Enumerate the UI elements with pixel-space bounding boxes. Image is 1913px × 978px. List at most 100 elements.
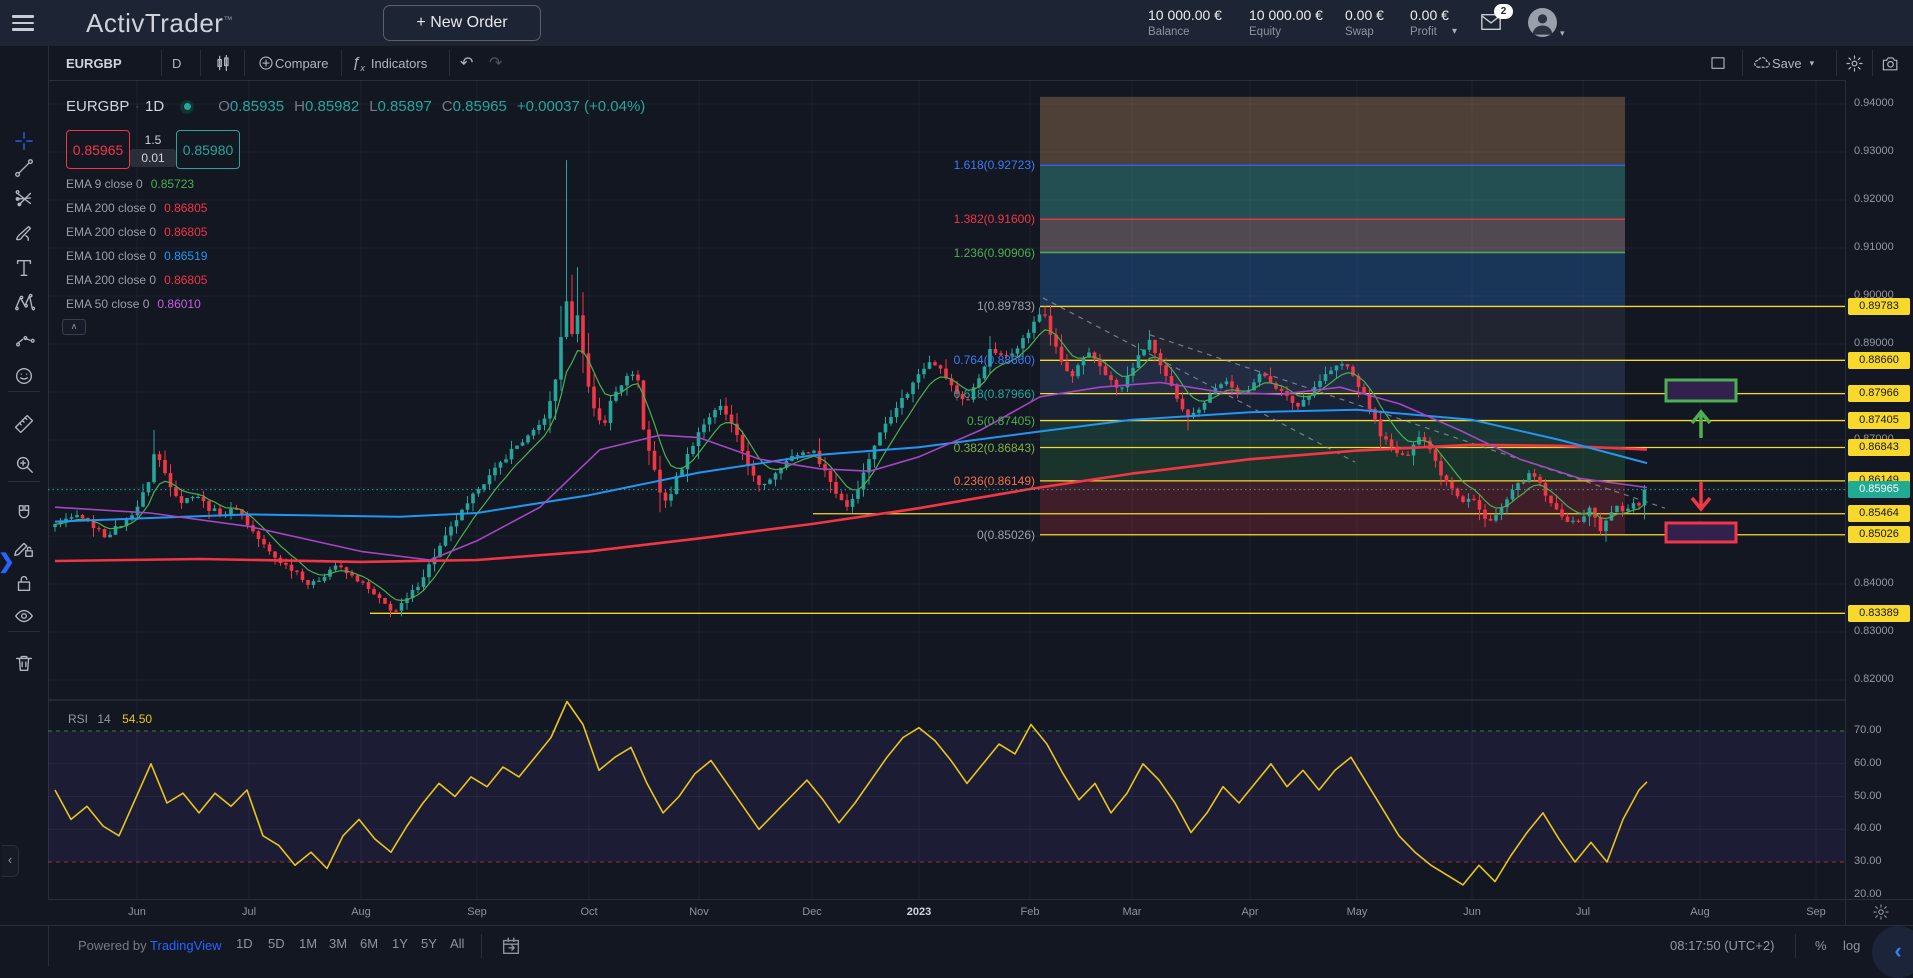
indicators-button[interactable]: ƒxIndicators	[352, 46, 427, 80]
prediction-icon[interactable]	[13, 327, 35, 349]
arrow-up-drawing[interactable]	[1692, 412, 1710, 438]
month-label: Apr	[1241, 906, 1258, 918]
trend-line-icon[interactable]	[13, 157, 35, 179]
fib-label: 0.236(0.86149)	[954, 474, 1035, 488]
indicator-row[interactable]: EMA 9 close 00.85723	[66, 177, 194, 194]
stat-value: 10 000.00 €	[1249, 7, 1323, 23]
side-panel-toggle-button[interactable]: ‹	[1872, 926, 1913, 978]
new-order-button[interactable]: + New Order	[383, 5, 541, 41]
month-label: Mar	[1123, 906, 1142, 918]
emoji-icon[interactable]	[13, 365, 35, 387]
sell-button[interactable]: 0.85965	[66, 130, 130, 169]
bottom-bar: Powered by TradingView 1D5D1M3M6M1Y5YAll…	[0, 925, 1913, 966]
trash-icon[interactable]	[13, 652, 35, 674]
snapshot-button[interactable]	[1881, 46, 1900, 80]
stat-label: Swap	[1345, 26, 1384, 38]
range-3M[interactable]: 3M	[329, 936, 347, 951]
xabcd-pattern-icon[interactable]	[13, 292, 35, 314]
redo-button[interactable]: ↷	[489, 46, 502, 80]
compare-button[interactable]: Compare	[257, 46, 328, 80]
month-label: Aug	[351, 906, 371, 918]
month-label: 2023	[907, 906, 931, 918]
fib-label: 0.764(0.88660)	[954, 353, 1035, 367]
price-label: 0.91000	[1854, 241, 1894, 253]
symbol-button[interactable]: EURGBP	[66, 46, 122, 80]
profit-caret-icon[interactable]: ▾	[1452, 26, 1457, 37]
fib-label: 0(0.85026)	[977, 528, 1035, 542]
fib-band	[1040, 306, 1625, 360]
price-label: 0.94000	[1854, 97, 1894, 109]
rsi-value: 54.50	[122, 712, 152, 726]
fib-label: 0.382(0.86843)	[954, 441, 1035, 455]
legend-interval[interactable]: 1D	[145, 98, 164, 115]
time-axis[interactable]: JunJulAugSepOctNovDec2023FebMarAprMayJun…	[48, 899, 1845, 926]
rsi-pane-handle[interactable]: ‹	[2, 845, 19, 877]
scale-%[interactable]: %	[1815, 938, 1827, 953]
range-5Y[interactable]: 5Y	[421, 936, 437, 951]
range-1M[interactable]: 1M	[299, 936, 317, 951]
logo-trademark: ™	[223, 14, 233, 24]
drawing-lock-icon[interactable]	[13, 537, 35, 559]
current-price-tag: 0.85965	[1848, 481, 1910, 498]
month-label: Feb	[1021, 906, 1040, 918]
legend-symbol[interactable]: EURGBP	[66, 98, 129, 115]
ruler-icon[interactable]	[13, 413, 35, 435]
timezone-settings-icon[interactable]	[1872, 903, 1890, 921]
arrow-down-drawing[interactable]	[1692, 482, 1710, 509]
range-6M[interactable]: 6M	[360, 936, 378, 951]
drawing-rectangle[interactable]	[1666, 523, 1736, 542]
chart-settings-button[interactable]	[1845, 46, 1864, 80]
indicator-row[interactable]: EMA 50 close 00.86010	[66, 297, 201, 314]
save-button[interactable]: Save▾	[1752, 46, 1814, 80]
top-bar: ActivTrader™ + New Order 10 000.00 € Bala…	[0, 0, 1913, 46]
range-5D[interactable]: 5D	[268, 936, 285, 951]
rsi-legend[interactable]: RSI 14 54.50	[68, 712, 152, 726]
hamburger-menu-icon[interactable]	[12, 15, 34, 31]
crosshair-icon[interactable]	[13, 130, 35, 152]
indicator-row[interactable]: EMA 200 close 00.86805	[66, 201, 207, 218]
stat-profit: 0.00 €Profit	[1410, 7, 1449, 38]
price-axis[interactable]: 0.940000.930000.920000.910000.900000.890…	[1845, 80, 1913, 899]
legend-collapse-button[interactable]: ʌ	[62, 319, 86, 335]
chart-canvas[interactable]	[48, 80, 1845, 899]
go-to-date-icon[interactable]	[500, 935, 522, 957]
chart-toolbar: EURGBP D Compare ƒxIndicators ↶ ↷ Save▾	[48, 46, 1913, 81]
text-icon[interactable]	[13, 257, 35, 279]
price-label: 0.82000	[1854, 673, 1894, 685]
clock[interactable]: 08:17:50 (UTC+2)	[1670, 938, 1774, 953]
undo-button[interactable]: ↶	[460, 46, 473, 80]
brush-icon[interactable]	[13, 222, 35, 244]
save-caret-icon: ▾	[1810, 58, 1815, 69]
drawing-rectangle[interactable]	[1666, 380, 1736, 401]
pitchfork-icon[interactable]	[13, 187, 35, 209]
tradingview-link[interactable]: TradingView	[150, 938, 222, 953]
magnet-icon[interactable]	[13, 503, 35, 525]
month-label: Aug	[1690, 906, 1710, 918]
rsi-axis-label: 40.00	[1854, 822, 1882, 834]
interval-button[interactable]: D	[172, 46, 181, 80]
month-label: Dec	[802, 906, 822, 918]
eye-icon[interactable]	[13, 605, 35, 627]
rsi-axis-label: 70.00	[1854, 724, 1882, 736]
range-1Y[interactable]: 1Y	[392, 936, 408, 951]
quote-panel: 0.85965 1.5 0.01 0.85980	[66, 130, 240, 169]
pip-step[interactable]: 0.01	[130, 149, 176, 167]
range-All[interactable]: All	[450, 936, 464, 951]
buy-button[interactable]: 0.85980	[176, 130, 240, 169]
chart-style-button[interactable]	[213, 46, 233, 80]
avatar[interactable]	[1528, 8, 1557, 37]
zoom-in-icon[interactable]	[13, 453, 35, 475]
layout-button[interactable]	[1709, 46, 1727, 80]
range-1D[interactable]: 1D	[236, 936, 253, 951]
indicator-row[interactable]: EMA 100 close 00.86519	[66, 249, 207, 266]
avatar-caret-icon[interactable]: ▾	[1560, 28, 1565, 39]
scale-log[interactable]: log	[1843, 938, 1860, 953]
fib-label: 1.618(0.92723)	[954, 158, 1035, 172]
lock-icon[interactable]	[13, 572, 35, 594]
stat-label: Balance	[1148, 26, 1222, 38]
app-logo: ActivTrader™	[86, 8, 233, 39]
indicator-row[interactable]: EMA 200 close 00.86805	[66, 273, 207, 290]
fib-band	[1040, 394, 1625, 421]
price-level-tag: 0.87966	[1848, 385, 1910, 402]
indicator-row[interactable]: EMA 200 close 00.86805	[66, 225, 207, 242]
